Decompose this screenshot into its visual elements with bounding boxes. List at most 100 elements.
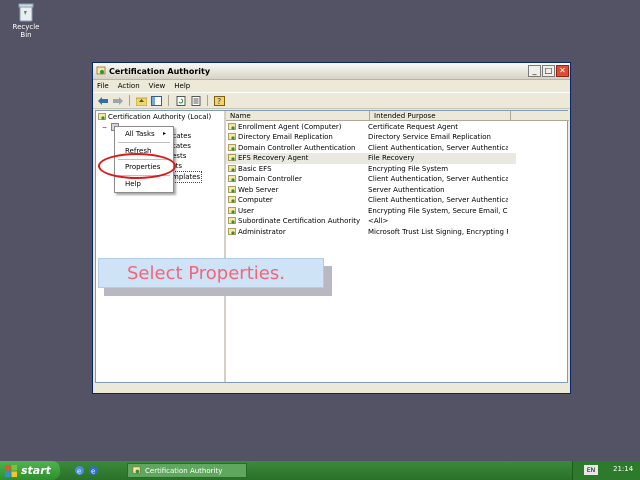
certificate-template-icon — [228, 133, 236, 141]
context-menu-all-tasks[interactable]: All Tasks ▸ — [125, 130, 166, 138]
certificate-app-icon — [96, 66, 106, 76]
recycle-bin-icon — [17, 2, 35, 22]
certificate-template-icon — [228, 227, 236, 235]
ie-quicklaunch-icon[interactable]: e — [74, 465, 85, 476]
template-name-cell: Domain Controller Authentication — [226, 144, 368, 152]
windows-flag-icon — [5, 464, 17, 477]
template-name: Enrollment Agent (Computer) — [238, 122, 342, 131]
minimize-button[interactable]: _ — [528, 65, 541, 77]
window-title: Certification Authority — [109, 66, 211, 76]
template-purpose: Directory Service Email Replication — [368, 133, 491, 142]
template-name-cell: Computer — [226, 196, 368, 204]
instruction-callout: Select Properties. — [98, 258, 324, 288]
certificate-template-icon — [228, 143, 236, 151]
window-titlebar[interactable]: Certification Authority _ □ ✕ — [93, 63, 570, 80]
template-name-cell: User — [226, 207, 368, 215]
template-purpose: Client Authentication, Server Authentica… — [368, 143, 508, 152]
toolbar-separator — [207, 95, 208, 106]
taskbar: start e e Certification Authority — [0, 461, 640, 480]
template-name-cell: Administrator — [226, 228, 368, 236]
properties-highlight-ring — [98, 153, 176, 179]
svg-text:?: ? — [217, 97, 221, 106]
template-purpose: Encrypting File System — [368, 164, 449, 173]
certificate-template-icon — [228, 164, 236, 172]
up-level-button[interactable] — [135, 95, 148, 107]
menu-help[interactable]: Help — [174, 82, 190, 90]
help-button[interactable]: ? — [213, 95, 226, 107]
tray-clock: 21:14 — [613, 465, 634, 473]
menu-file[interactable]: File — [97, 82, 109, 90]
toolbar-separator — [129, 95, 130, 106]
template-row[interactable]: Web Server Server Authentication — [226, 185, 516, 196]
back-arrow-icon — [97, 96, 108, 105]
tree-item-issued-partial[interactable]: cates — [172, 141, 191, 151]
template-purpose: Encrypting File System, Secure Email, Cl… — [368, 206, 508, 215]
show-hide-tree-button[interactable] — [150, 95, 163, 107]
minimize-icon: _ — [532, 66, 537, 75]
template-purpose: <All> — [368, 217, 389, 226]
certificate-authority-icon — [98, 113, 106, 120]
browser-quicklaunch-icon[interactable]: e — [88, 465, 99, 476]
template-name: EFS Recovery Agent — [238, 154, 309, 163]
tree-item-templates-partial[interactable]: mplates — [170, 171, 203, 183]
forward-button[interactable] — [111, 95, 124, 107]
template-purpose: Client Authentication, Server Authentica… — [368, 175, 508, 184]
column-header-purpose-label: Intended Purpose — [374, 111, 436, 120]
template-row[interactable]: User Encrypting File System, Secure Email… — [226, 206, 516, 217]
certificate-app-icon — [132, 466, 141, 474]
menu-view[interactable]: View — [149, 82, 166, 90]
certificate-template-icon — [228, 185, 236, 193]
template-row[interactable]: Enrollment Agent (Computer) Certificate R… — [226, 122, 516, 133]
taskbar-button-label: Certification Authority — [145, 466, 223, 475]
close-button[interactable]: ✕ — [556, 65, 569, 77]
start-label: start — [21, 464, 51, 477]
language-indicator[interactable]: EN — [584, 465, 598, 475]
recycle-bin-desktop-icon[interactable]: Recycle Bin — [6, 2, 46, 39]
tree-item-pending-partial[interactable]: ests — [172, 151, 186, 161]
export-list-icon — [191, 95, 200, 106]
svg-text:e: e — [91, 468, 95, 476]
column-header-purpose[interactable]: Intended Purpose — [370, 111, 511, 121]
template-name: Administrator — [238, 227, 286, 236]
template-row[interactable]: Administrator Microsoft Trust List Signin… — [226, 227, 516, 238]
tree-expander-icon: − — [102, 123, 108, 131]
column-header-empty — [511, 111, 569, 121]
template-row[interactable]: Domain Controller Client Authentication, … — [226, 174, 516, 185]
context-menu-separator — [118, 142, 170, 143]
certificate-template-icon — [228, 122, 236, 130]
template-purpose: Certificate Request Agent — [368, 122, 458, 131]
tree-item-label: mplates — [172, 173, 201, 181]
certificate-template-icon — [228, 206, 236, 214]
toolbar: ? — [93, 92, 570, 109]
template-name: Domain Controller — [238, 175, 302, 184]
context-menu-all-tasks-label: All Tasks — [125, 130, 155, 138]
column-header-name[interactable]: Name — [226, 111, 370, 121]
back-button[interactable] — [96, 95, 109, 107]
template-purpose: Client Authentication, Server Authentica… — [368, 196, 508, 205]
export-list-button[interactable] — [189, 95, 202, 107]
template-row[interactable]: Directory Email Replication Directory Ser… — [226, 132, 516, 143]
template-row[interactable]: Domain Controller Authentication Client A… — [226, 143, 516, 154]
context-menu-help-label: Help — [125, 180, 141, 188]
menu-action[interactable]: Action — [118, 82, 140, 90]
submenu-arrow-icon: ▸ — [163, 130, 167, 137]
context-menu-help[interactable]: Help — [125, 180, 141, 188]
template-name: User — [238, 206, 254, 215]
template-purpose: File Recovery — [368, 154, 415, 163]
taskbar-button-certification-authority[interactable]: Certification Authority — [127, 463, 247, 478]
folder-up-icon — [136, 97, 147, 106]
tree-item-label: cates — [172, 142, 191, 150]
tree-root-item[interactable]: Certification Authority (Local) — [98, 112, 211, 122]
template-name-cell: Enrollment Agent (Computer) — [226, 123, 368, 131]
maximize-icon: □ — [544, 66, 553, 75]
template-row[interactable]: Subordinate Certification Authority <All> — [226, 216, 516, 227]
forward-arrow-icon — [112, 96, 123, 105]
certificate-template-icon — [228, 196, 236, 204]
start-button[interactable]: start — [0, 461, 60, 480]
refresh-button[interactable] — [174, 95, 187, 107]
template-row[interactable]: Basic EFS Encrypting File System — [226, 164, 516, 175]
template-row[interactable]: EFS Recovery Agent File Recovery — [226, 153, 516, 164]
certificate-template-icon — [228, 154, 236, 162]
maximize-button[interactable]: □ — [542, 65, 555, 77]
template-row[interactable]: Computer Client Authentication, Server Au… — [226, 195, 516, 206]
